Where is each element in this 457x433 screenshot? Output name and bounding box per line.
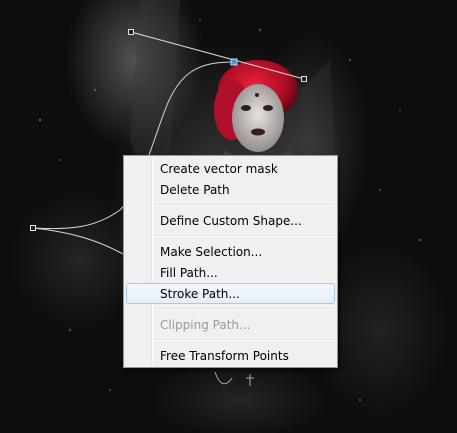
menu-item-stroke-path[interactable]: Stroke Path... [126,283,335,304]
menu-item-create-vector-mask[interactable]: Create vector mask [126,158,335,179]
menu-item-delete-path[interactable]: Delete Path [126,179,335,200]
menu-separator [156,204,334,206]
menu-item-make-selection[interactable]: Make Selection... [126,241,335,262]
menu-item-fill-path[interactable]: Fill Path... [126,262,335,283]
menu-item-define-custom-shape[interactable]: Define Custom Shape... [126,210,335,231]
menu-item-free-transform-points[interactable]: Free Transform Points [126,345,335,366]
path-context-menu: Create vector mask Delete Path Define Cu… [123,155,338,368]
menu-separator [156,308,334,310]
menu-separator [156,339,334,341]
menu-separator [156,235,334,237]
menu-item-clipping-path[interactable]: Clipping Path... [126,314,335,335]
